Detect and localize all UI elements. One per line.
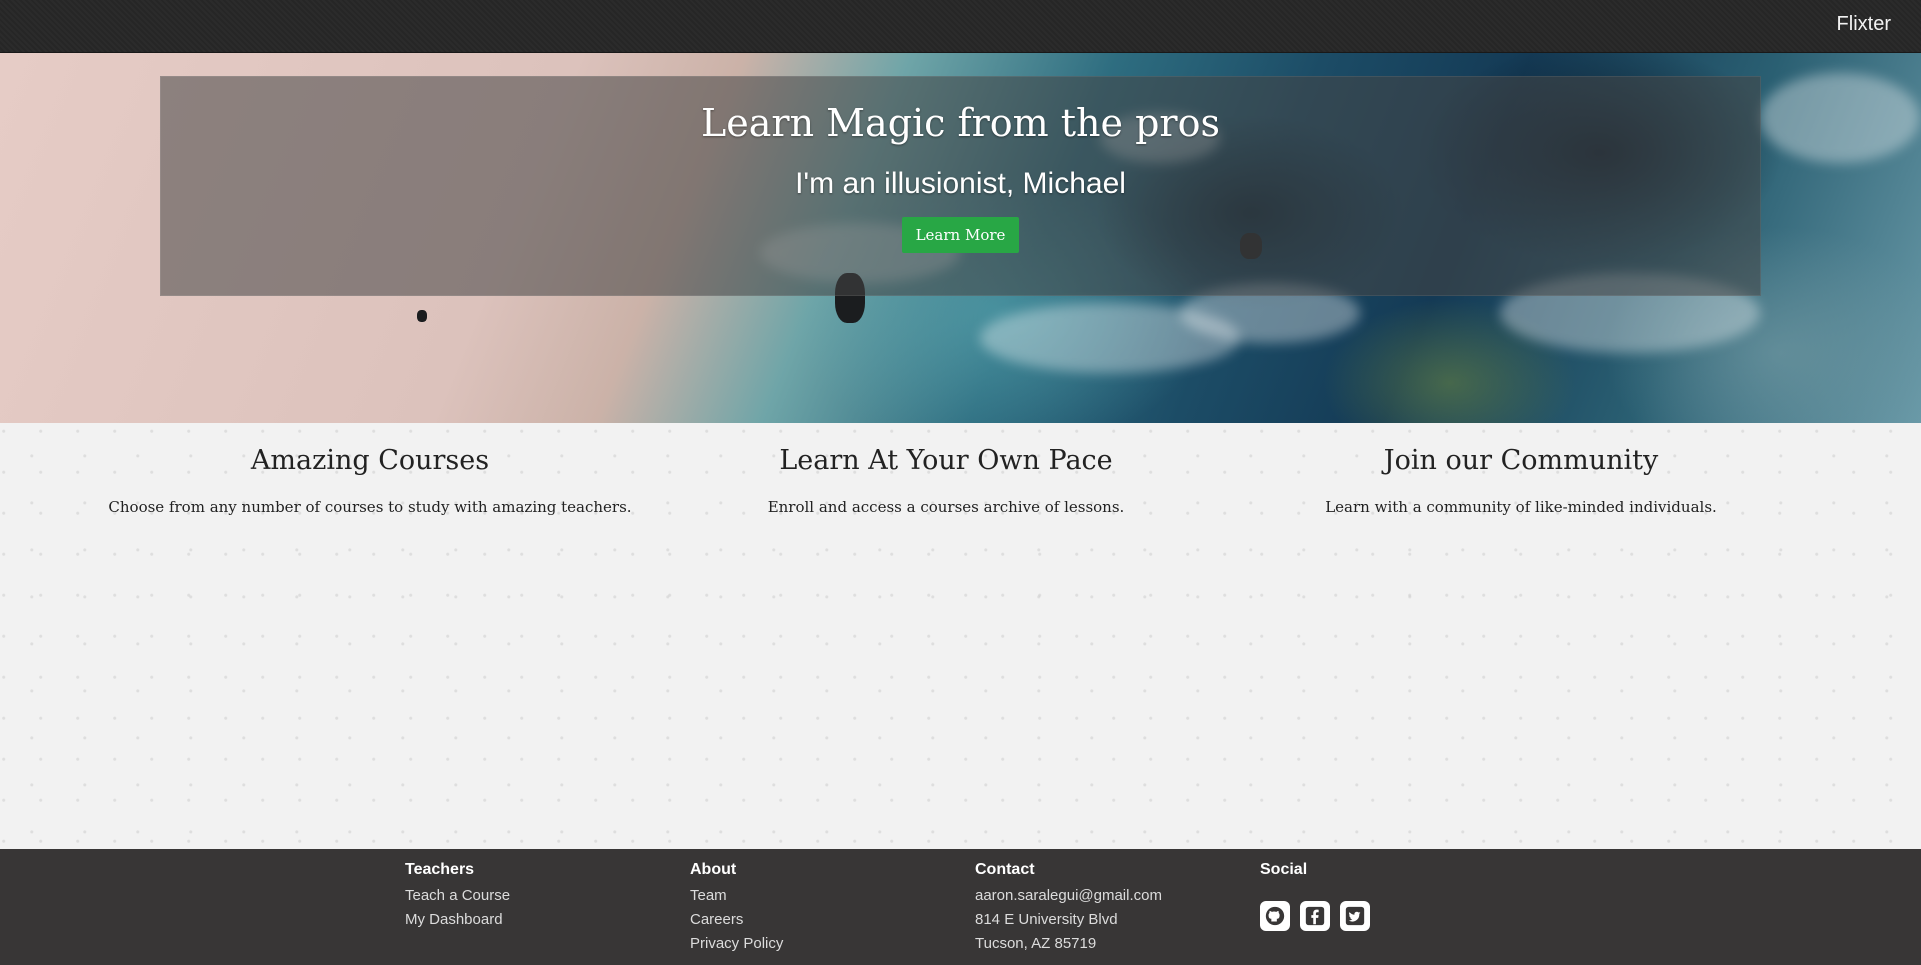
contact-address-line: 814 E University Blvd	[975, 911, 1118, 928]
github-icon[interactable]	[1260, 901, 1290, 931]
contact-city-line: Tucson, AZ 85719	[975, 935, 1097, 952]
feature-text: Learn with a community of like-minded in…	[1325, 498, 1717, 516]
feature-text: Enroll and access a courses archive of l…	[767, 498, 1125, 516]
hero-subtitle: I'm an illusionist, Michael	[795, 167, 1126, 200]
teach-a-course-link[interactable]: Teach a Course	[405, 884, 510, 908]
footer-about-column: About Team Careers Privacy Policy	[690, 861, 783, 956]
feature-title: Join our Community	[1383, 445, 1659, 476]
privacy-policy-link[interactable]: Privacy Policy	[690, 932, 783, 956]
footer-teachers-column: Teachers Teach a Course My Dashboard	[405, 861, 510, 932]
feature-community: Join our Community Learn with a communit…	[1221, 445, 1821, 516]
team-link[interactable]: Team	[690, 884, 783, 908]
brand-link[interactable]: Flixter	[1837, 13, 1891, 36]
hero-title: Learn Magic from the pros	[701, 101, 1220, 145]
footer-heading: Contact	[975, 861, 1035, 878]
footer-contact-column: Contact aaron.saralegui@gmail.com 814 E …	[975, 861, 1162, 956]
feature-title: Amazing Courses	[250, 445, 490, 476]
features-section: Amazing Courses Choose from any number o…	[0, 423, 1921, 849]
learn-more-button[interactable]: Learn More	[901, 217, 1020, 253]
feature-title: Learn At Your Own Pace	[779, 445, 1113, 476]
footer-heading: Teachers	[405, 861, 475, 878]
careers-link[interactable]: Careers	[690, 908, 783, 932]
feature-own-pace: Learn At Your Own Pace Enroll and access…	[646, 445, 1246, 516]
hero-overlay: Learn Magic from the pros I'm an illusio…	[160, 76, 1761, 296]
footer-social-column: Social	[1260, 861, 1370, 931]
my-dashboard-link[interactable]: My Dashboard	[405, 908, 510, 932]
facebook-icon[interactable]	[1300, 901, 1330, 931]
site-footer: Teachers Teach a Course My Dashboard Abo…	[0, 849, 1921, 965]
hero-banner: Learn Magic from the pros I'm an illusio…	[0, 53, 1921, 423]
top-navbar: Flixter	[0, 0, 1921, 53]
contact-email-link[interactable]: aaron.saralegui@gmail.com	[975, 884, 1162, 908]
social-icons	[1260, 901, 1370, 931]
footer-heading: Social	[1260, 861, 1308, 878]
feature-text: Choose from any number of courses to stu…	[108, 498, 632, 516]
footer-heading: About	[690, 861, 737, 878]
twitter-icon[interactable]	[1340, 901, 1370, 931]
feature-amazing-courses: Amazing Courses Choose from any number o…	[70, 445, 670, 516]
